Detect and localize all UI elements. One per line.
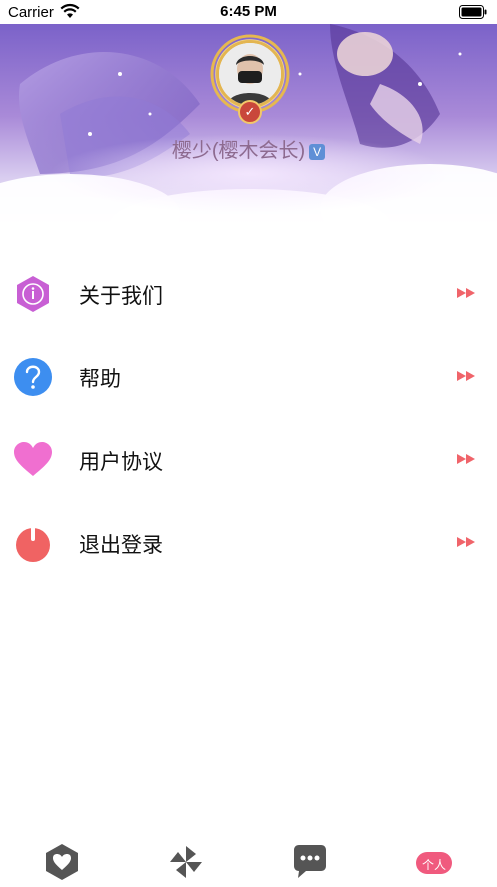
menu-item-logout[interactable]: 退出登录 <box>0 501 497 584</box>
verified-badge: ✓ <box>238 100 262 124</box>
status-bar: Carrier 6:45 PM <box>0 0 497 24</box>
double-arrow-right-icon <box>457 288 475 298</box>
heart-icon <box>14 442 52 476</box>
menu-item-label: 用户协议 <box>79 451 163 474</box>
profile-header: ✓ 樱少(樱木会长) V <box>0 24 497 229</box>
status-time: 6:45 PM <box>220 3 277 20</box>
menu-item-user-agreement[interactable]: 用户协议 <box>0 418 497 501</box>
menu-item-help[interactable]: 帮助 <box>0 335 497 418</box>
power-icon <box>16 525 50 562</box>
tab-bar: 个人 <box>0 838 497 883</box>
double-arrow-right-icon <box>457 371 475 381</box>
info-hexagon-icon <box>17 276 49 312</box>
menu-item-label: 关于我们 <box>79 285 163 308</box>
avatar-person-icon <box>219 43 281 105</box>
menu-item-label: 帮助 <box>79 368 121 391</box>
tab-profile[interactable]: 个人 <box>414 842 454 882</box>
pinwheel-icon[interactable] <box>166 842 206 882</box>
avatar[interactable] <box>216 40 284 108</box>
chat-bubble-icon[interactable] <box>290 842 330 882</box>
vip-badge: V <box>309 143 326 160</box>
double-arrow-right-icon <box>457 537 475 547</box>
menu-item-about[interactable]: 关于我们 <box>0 252 497 335</box>
double-arrow-right-icon <box>457 454 475 464</box>
username: 樱少(樱木会长) <box>171 140 306 162</box>
avatar-frame[interactable]: ✓ <box>210 34 290 124</box>
shield-heart-icon[interactable] <box>42 842 82 882</box>
battery-icon <box>459 5 487 19</box>
help-circle-icon <box>14 358 52 396</box>
menu-item-label: 退出登录 <box>79 534 163 557</box>
tab-profile-label: 个人 <box>421 858 446 872</box>
settings-menu: 关于我们 帮助 用户协议 退出登录 <box>0 252 497 584</box>
username-row: 樱少(樱木会长) V <box>0 134 497 163</box>
